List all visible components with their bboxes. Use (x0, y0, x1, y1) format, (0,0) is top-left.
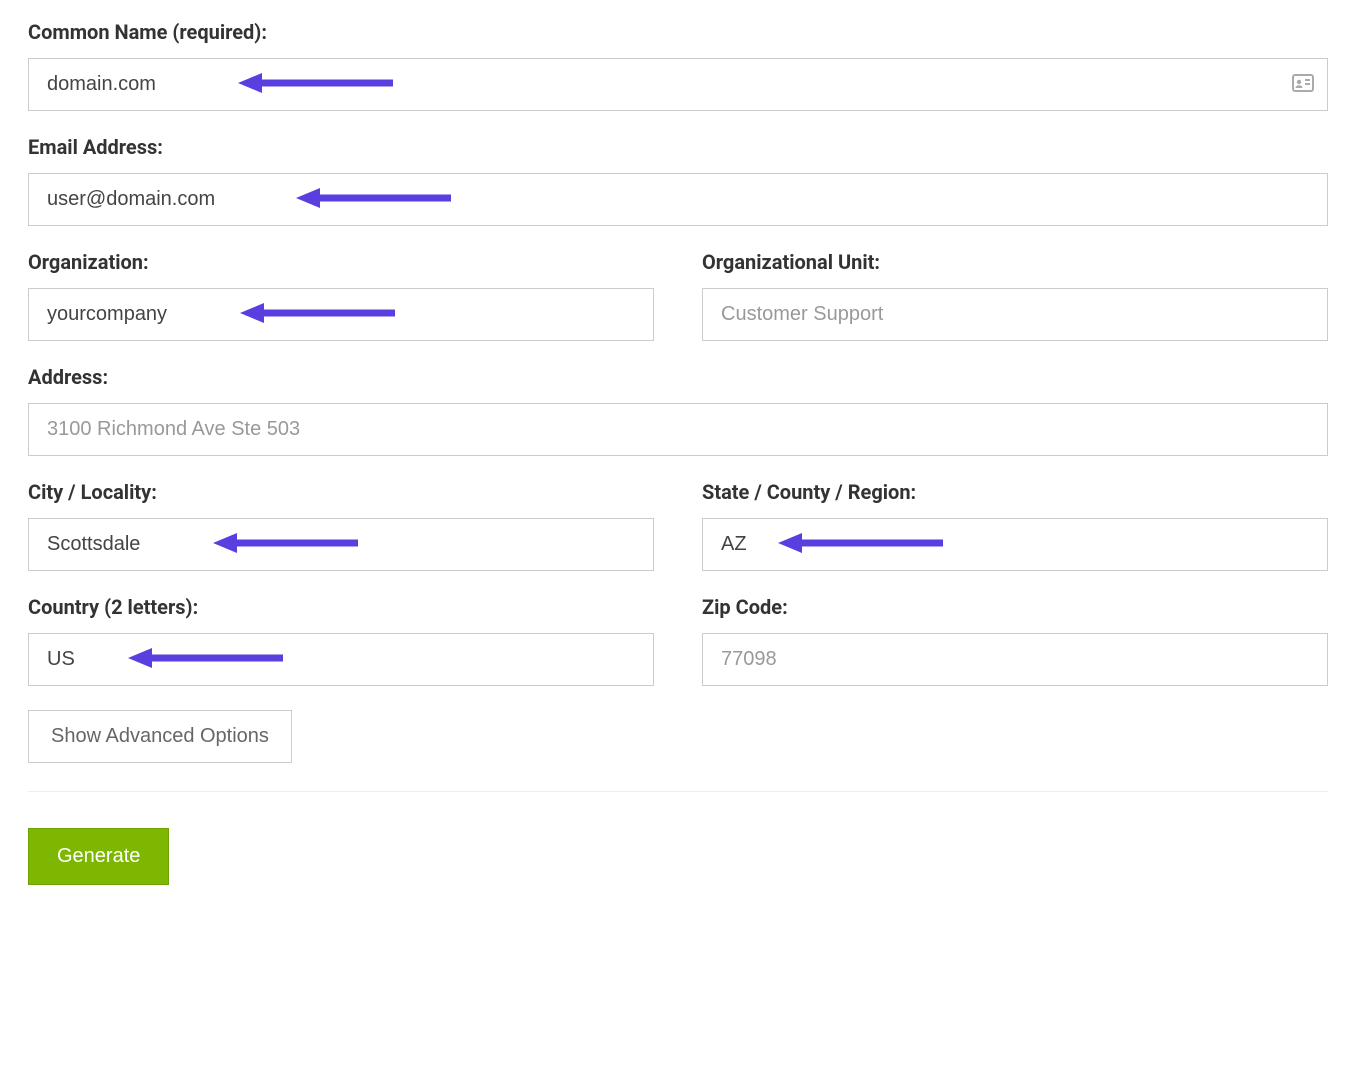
common-name-input-wrap (28, 58, 1328, 111)
common-name-input[interactable] (28, 58, 1328, 111)
state-input[interactable] (702, 518, 1328, 571)
city-group: City / Locality: (28, 480, 654, 571)
country-group: Country (2 letters): (28, 595, 654, 686)
organization-input-wrap (28, 288, 654, 341)
city-label: City / Locality: (28, 480, 654, 504)
id-card-icon (1292, 74, 1314, 96)
org-row: Organization: Organizational Unit: (28, 250, 1328, 365)
city-input-wrap (28, 518, 654, 571)
email-input-wrap (28, 173, 1328, 226)
generate-button[interactable]: Generate (28, 828, 169, 885)
state-label: State / County / Region: (702, 480, 1328, 504)
org-unit-input[interactable] (702, 288, 1328, 341)
country-input-wrap (28, 633, 654, 686)
zip-input[interactable] (702, 633, 1328, 686)
organization-group: Organization: (28, 250, 654, 341)
address-input[interactable] (28, 403, 1328, 456)
org-unit-label: Organizational Unit: (702, 250, 1328, 274)
zip-label: Zip Code: (702, 595, 1328, 619)
city-state-row: City / Locality: State / County / Region… (28, 480, 1328, 595)
country-input[interactable] (28, 633, 654, 686)
state-group: State / County / Region: (702, 480, 1328, 571)
organization-label: Organization: (28, 250, 654, 274)
advanced-group: Show Advanced Options (28, 710, 1328, 763)
organization-input[interactable] (28, 288, 654, 341)
email-input[interactable] (28, 173, 1328, 226)
common-name-group: Common Name (required): (28, 20, 1328, 111)
zip-group: Zip Code: (702, 595, 1328, 686)
address-label: Address: (28, 365, 1328, 389)
address-group: Address: (28, 365, 1328, 456)
country-zip-row: Country (2 letters): Zip Code: (28, 595, 1328, 710)
email-group: Email Address: (28, 135, 1328, 226)
city-input[interactable] (28, 518, 654, 571)
show-advanced-button[interactable]: Show Advanced Options (28, 710, 292, 763)
state-input-wrap (702, 518, 1328, 571)
org-unit-group: Organizational Unit: (702, 250, 1328, 341)
email-label: Email Address: (28, 135, 1328, 159)
divider (28, 791, 1328, 792)
common-name-label: Common Name (required): (28, 20, 1328, 44)
country-label: Country (2 letters): (28, 595, 654, 619)
